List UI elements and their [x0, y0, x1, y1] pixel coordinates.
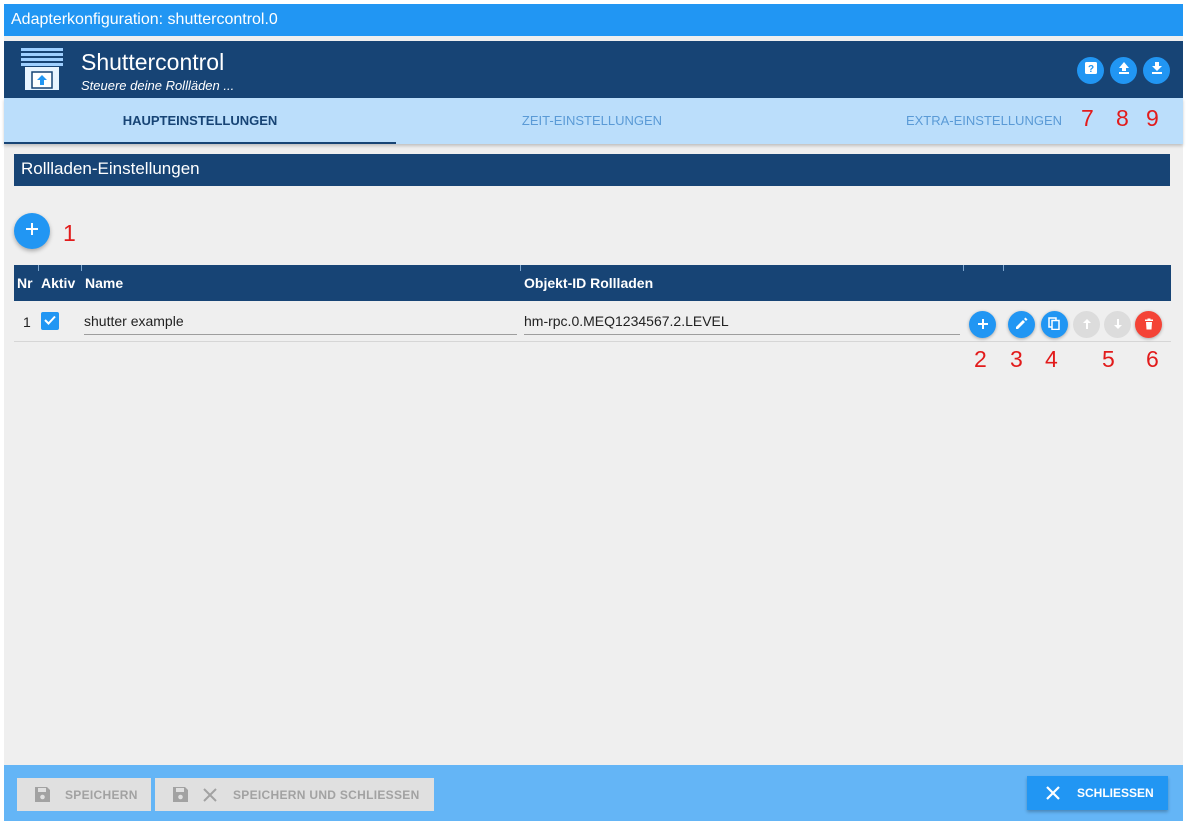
annotation-marker-7: 7 — [1081, 105, 1094, 131]
pencil-icon — [1015, 317, 1028, 333]
close-x-icon — [203, 787, 217, 802]
shutter-logo-icon — [21, 48, 63, 92]
column-divider — [38, 265, 39, 271]
svg-text:?: ? — [1087, 64, 1093, 75]
save-button-label: SPEICHERN — [65, 787, 138, 802]
annotation-marker-6: 6 — [1146, 346, 1159, 372]
download-icon — [1150, 61, 1164, 80]
app-subtitle: Steuere deine Rollläden ... — [81, 78, 235, 93]
add-shutter-button[interactable] — [14, 213, 50, 249]
window-title: Adapterkonfiguration: shuttercontrol.0 — [4, 4, 1183, 36]
row-number: 1 — [23, 314, 31, 330]
app-header: Shuttercontrol Steuere deine Rollläden .… — [4, 41, 1183, 98]
upload-icon — [1117, 61, 1131, 80]
arrow-up-icon — [1081, 317, 1093, 333]
arrow-down-icon — [1112, 317, 1124, 333]
plus-icon — [977, 317, 989, 333]
column-divider — [963, 265, 964, 271]
delete-row-button[interactable] — [1135, 311, 1162, 338]
annotation-marker-2: 2 — [974, 346, 987, 372]
copy-icon — [1048, 316, 1061, 333]
name-field[interactable]: shutter example — [84, 307, 517, 335]
floppy-icon — [34, 786, 51, 803]
app-title: Shuttercontrol — [81, 49, 225, 75]
column-header-nr: Nr — [17, 275, 33, 291]
floppy-icon — [172, 786, 189, 803]
copy-row-button[interactable] — [1041, 311, 1068, 338]
column-header-name: Name — [85, 275, 124, 291]
close-button-label: SCHLIESSEN — [1077, 786, 1154, 800]
tab-bar: HAUPTEINSTELLUNGEN ZEIT-EINSTELLUNGEN EX… — [4, 98, 1183, 144]
adapter-config-window: Adapterkonfiguration: shuttercontrol.0 S… — [4, 4, 1183, 821]
objekt-id-field[interactable]: hm-rpc.0.MEQ1234567.2.LEVEL — [524, 307, 960, 335]
column-header-objekt-id: Objekt-ID Rollladen — [524, 275, 654, 291]
annotation-marker-4: 4 — [1045, 346, 1058, 372]
plus-icon — [24, 221, 40, 242]
move-up-button[interactable] — [1073, 311, 1100, 338]
annotation-marker-9: 9 — [1146, 105, 1159, 131]
add-row-button[interactable] — [969, 311, 996, 338]
download-config-button[interactable] — [1143, 57, 1170, 84]
aktiv-checkbox[interactable] — [41, 312, 59, 330]
annotation-marker-3: 3 — [1010, 346, 1023, 372]
tab-zeit-einstellungen[interactable]: ZEIT-EINSTELLUNGEN — [396, 98, 788, 144]
trash-icon — [1143, 317, 1155, 333]
column-header-aktiv: Aktiv — [41, 275, 76, 291]
table-header: Nr Aktiv Name Objekt-ID Rollladen — [14, 265, 1171, 301]
column-divider — [81, 265, 82, 271]
help-button[interactable]: ? — [1077, 57, 1104, 84]
footer-bar: SPEICHERN SPEICHERN UND SCHLIESSEN SCHLI… — [4, 765, 1183, 821]
annotation-marker-1: 1 — [63, 220, 76, 246]
annotation-marker-8: 8 — [1116, 105, 1129, 131]
column-divider — [520, 265, 521, 271]
close-x-icon — [1046, 786, 1060, 800]
edit-row-button[interactable] — [1008, 311, 1035, 338]
column-divider — [1003, 265, 1004, 271]
save-and-close-button[interactable]: SPEICHERN UND SCHLIESSEN — [155, 778, 434, 811]
tab-haupteinstellungen[interactable]: HAUPTEINSTELLUNGEN — [4, 98, 396, 144]
section-title: Rollladen-Einstellungen — [14, 154, 1170, 186]
move-down-button[interactable] — [1104, 311, 1131, 338]
table-row: 1 shutter example hm-rpc.0.MEQ1234567.2.… — [14, 301, 1171, 342]
close-button[interactable]: SCHLIESSEN — [1027, 776, 1168, 810]
save-and-close-label: SPEICHERN UND SCHLIESSEN — [233, 787, 420, 802]
help-icon: ? — [1084, 61, 1098, 80]
save-button[interactable]: SPEICHERN — [17, 778, 151, 811]
annotation-marker-5: 5 — [1102, 346, 1115, 372]
upload-config-button[interactable] — [1110, 57, 1137, 84]
check-icon — [43, 313, 57, 330]
